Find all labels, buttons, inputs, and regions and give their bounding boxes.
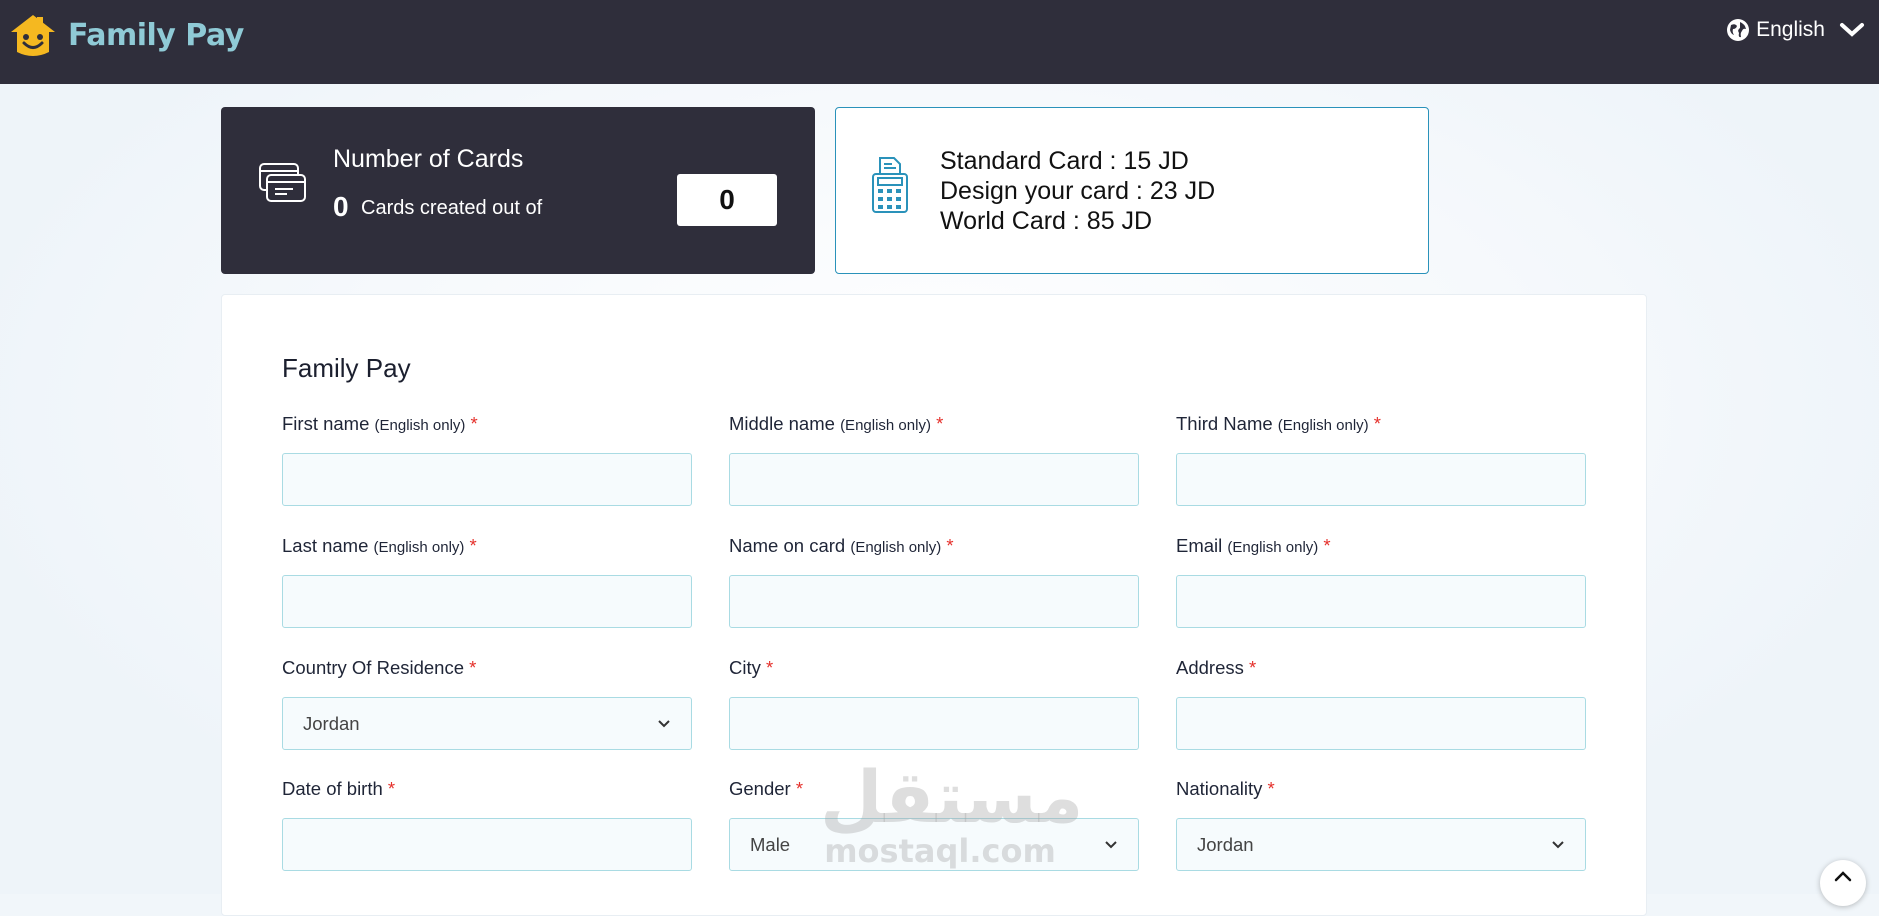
nationality-select[interactable]: Jordan	[1176, 818, 1586, 871]
address-input[interactable]	[1176, 697, 1586, 750]
cards-created-label: Cards created out of	[361, 197, 543, 219]
field-middle-name: Middle name (English only) *	[729, 413, 1139, 506]
pricing-standard-card: Standard Card : 15 JD	[940, 147, 1189, 175]
required-mark: *	[469, 535, 477, 556]
language-label: English	[1756, 18, 1825, 41]
chevron-down-icon	[1552, 840, 1564, 848]
top-navbar: Family Pay English	[0, 0, 1879, 84]
brand-logo[interactable]: Family Pay	[8, 12, 244, 58]
nationality-selected-value: Jordan	[1197, 833, 1254, 855]
field-first-name: First name (English only) *	[282, 413, 692, 506]
cards-total-box: 0	[677, 174, 777, 226]
required-mark: *	[387, 778, 396, 799]
gender-select[interactable]: Male	[729, 818, 1139, 871]
required-mark: *	[946, 535, 954, 556]
city-input[interactable]	[729, 697, 1139, 750]
field-last-name: Last name (English only) *	[282, 535, 692, 628]
field-date-of-birth: Date of birth *	[282, 778, 692, 871]
cards-count-panel: Number of Cards 0 Cards created out of 0	[221, 107, 815, 274]
cards-icon	[259, 163, 306, 202]
field-country: Country Of Residence * Jordan	[282, 657, 692, 750]
chevron-down-icon	[658, 719, 670, 727]
app-name: Family Pay	[68, 17, 244, 53]
required-mark: *	[1249, 657, 1257, 678]
required-mark: *	[1323, 535, 1331, 556]
country-select[interactable]: Jordan	[282, 697, 692, 750]
field-email: Email (English only) *	[1176, 535, 1586, 628]
field-city: City *	[729, 657, 1139, 750]
first-name-input[interactable]	[282, 453, 692, 506]
third-name-input[interactable]	[1176, 453, 1586, 506]
required-mark: *	[470, 413, 478, 434]
name-on-card-input[interactable]	[729, 575, 1139, 628]
pricing-list: Standard Card : 15 JD Design your card :…	[940, 146, 1215, 236]
required-mark: *	[1267, 778, 1275, 799]
date-of-birth-input[interactable]	[282, 818, 692, 871]
field-gender: Gender * Male	[729, 778, 1139, 871]
chevron-down-icon	[1105, 840, 1117, 848]
required-mark: *	[936, 413, 944, 434]
house-smiley-icon	[11, 15, 55, 56]
pricing-world-card: World Card : 85 JD	[940, 207, 1153, 235]
globe-icon	[1727, 19, 1750, 41]
form-title: Family Pay	[282, 353, 411, 383]
pricing-design-card: Design your card : 23 JD	[940, 177, 1216, 205]
family-pay-form: Family Pay First name (English only) * M…	[221, 294, 1647, 916]
middle-name-input[interactable]	[729, 453, 1139, 506]
gender-selected-value: Male	[750, 833, 791, 855]
required-mark: *	[1373, 413, 1381, 434]
cards-count-title: Number of Cards	[333, 145, 524, 173]
chevron-up-icon	[1834, 871, 1852, 882]
required-mark: *	[766, 657, 774, 678]
required-mark: *	[469, 657, 477, 678]
card-pricing-panel: Standard Card : 15 JD Design your card :…	[835, 107, 1429, 274]
required-mark: *	[795, 778, 804, 799]
language-selector[interactable]: English	[1726, 18, 1865, 42]
scroll-to-top-button[interactable]	[1820, 860, 1866, 906]
calculator-receipt-icon	[872, 157, 908, 213]
field-address: Address *	[1176, 657, 1586, 750]
country-selected-value: Jordan	[303, 712, 360, 734]
last-name-input[interactable]	[282, 575, 692, 628]
chevron-down-icon	[1840, 23, 1864, 37]
field-third-name: Third Name (English only) *	[1176, 413, 1586, 506]
field-nationality: Nationality * Jordan	[1176, 778, 1586, 871]
field-name-on-card: Name on card (English only) *	[729, 535, 1139, 628]
cards-created-count: 0	[333, 191, 349, 222]
email-input[interactable]	[1176, 575, 1586, 628]
